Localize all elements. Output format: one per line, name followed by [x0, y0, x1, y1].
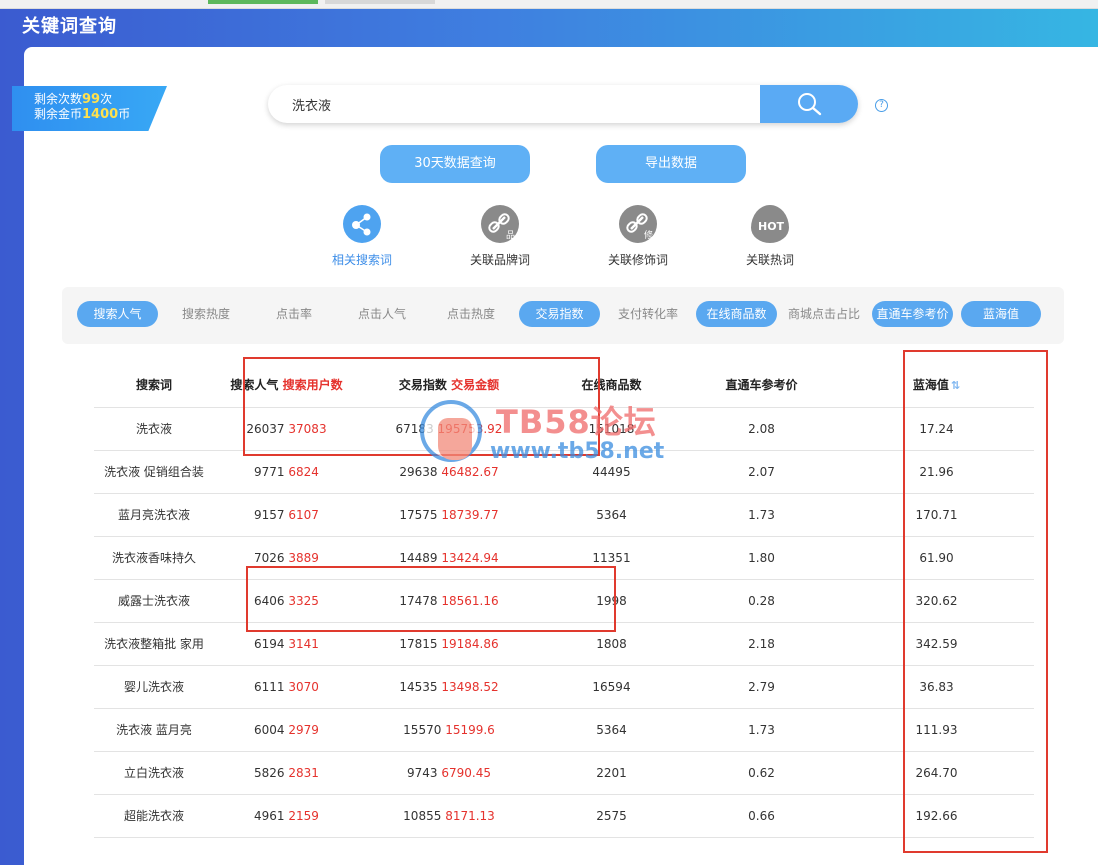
cell-keyword: 洗衣液整箱批 家用 [94, 622, 214, 666]
cell-keyword: 洗衣液 促销组合装 [94, 450, 214, 494]
feature-label: 关联品牌词 [469, 253, 530, 267]
cell-online-items: 5364 [539, 708, 684, 752]
feature-brand-words[interactable]: 品 关联品牌词 [440, 205, 560, 268]
table-row: 蓝月亮洗衣液 9157 6107 17575 18739.77 5364 1.73 170… [94, 493, 1034, 537]
cell-trade: 9743 6790.45 [359, 751, 539, 795]
search-button[interactable] [760, 85, 858, 123]
cell-online-items: 44495 [539, 450, 684, 494]
cell-ztc-price: 2.07 [684, 450, 839, 494]
page-title: 关键词查询 [22, 16, 117, 37]
cell-trade: 15570 15199.6 [359, 708, 539, 752]
cell-popularity: 4961 2159 [214, 794, 359, 838]
link-brand-icon: 品 [481, 205, 519, 243]
cell-ztc-price: 1.73 [684, 708, 839, 752]
cell-online-items: 16594 [539, 665, 684, 709]
cell-online-items: 5364 [539, 493, 684, 537]
filter-online-items[interactable]: 在线商品数 [696, 301, 777, 327]
cell-popularity: 9157 6107 [214, 493, 359, 537]
search-box [268, 85, 858, 123]
cell-ztc-price: 0.28 [684, 579, 839, 623]
export-data-button[interactable]: 导出数据 [596, 145, 746, 183]
svg-text:修: 修 [644, 229, 653, 241]
table-row: 立白洗衣液 5826 2831 9743 6790.45 2201 0.62 264.70 [94, 751, 1034, 795]
filter-trade-index[interactable]: 交易指数 [519, 301, 600, 327]
filter-mall-click-share[interactable]: 商城点击占比 [784, 301, 864, 327]
feature-hot-words[interactable]: HOT 关联热词 [710, 205, 830, 268]
cell-popularity: 9771 6824 [214, 450, 359, 494]
cell-ztc-price: 0.62 [684, 751, 839, 795]
filter-pay-conversion[interactable]: 支付转化率 [608, 301, 688, 327]
highlight-box-blue-ocean [903, 350, 1048, 853]
header-keyword[interactable]: 搜索词 [94, 362, 214, 408]
filter-blue-ocean[interactable]: 蓝海值 [961, 301, 1041, 327]
cell-popularity: 5826 2831 [214, 751, 359, 795]
feature-label: 关联修饰词 [607, 253, 668, 267]
cell-keyword: 洗衣液香味持久 [94, 536, 214, 580]
cell-keyword: 超能洗衣液 [94, 794, 214, 838]
filter-click-heat[interactable]: 点击热度 [431, 301, 511, 327]
cell-trade: 10855 8171.13 [359, 794, 539, 838]
browser-gray-button[interactable] [325, 0, 435, 4]
cell-trade: 14535 13498.52 [359, 665, 539, 709]
cell-keyword: 立白洗衣液 [94, 751, 214, 795]
search-icon [798, 93, 822, 116]
cell-keyword: 威露士洗衣液 [94, 579, 214, 623]
help-icon[interactable]: ? [875, 99, 888, 112]
cell-ztc-price: 0.66 [684, 794, 839, 838]
cell-ztc-price: 2.08 [684, 407, 839, 451]
cell-keyword: 婴儿洗衣液 [94, 665, 214, 709]
svg-text:HOT: HOT [758, 220, 785, 233]
header-ztc-price[interactable]: 直通车参考价 [684, 362, 839, 408]
link-modifier-icon: 修 [619, 205, 657, 243]
cell-popularity: 6004 2979 [214, 708, 359, 752]
feature-label: 关联热词 [745, 253, 794, 267]
filter-search-popularity[interactable]: 搜索人气 [77, 301, 158, 327]
filter-click-rate[interactable]: 点击率 [254, 301, 334, 327]
cell-keyword: 洗衣液 [94, 407, 214, 451]
filter-search-heat[interactable]: 搜索热度 [166, 301, 246, 327]
browser-strip [0, 0, 1098, 9]
cell-online-items: 2575 [539, 794, 684, 838]
remaining-coins: 剩余金币1400币 [34, 107, 131, 122]
filter-ztc-price[interactable]: 直通车参考价 [872, 301, 953, 327]
table-row: 洗衣液 促销组合装 9771 6824 29638 46482.67 44495 2.0… [94, 450, 1034, 494]
cell-popularity: 6111 3070 [214, 665, 359, 709]
cell-ztc-price: 1.80 [684, 536, 839, 580]
browser-green-button[interactable] [208, 0, 318, 4]
svg-text:品: 品 [506, 230, 515, 241]
cell-ztc-price: 2.79 [684, 665, 839, 709]
remaining-queries: 剩余次数99次 [34, 92, 113, 107]
network-icon [343, 205, 381, 243]
feature-related-words[interactable]: 相关搜索词 [302, 205, 422, 268]
cell-ztc-price: 2.18 [684, 622, 839, 666]
search-input[interactable] [268, 85, 760, 123]
table-row: 婴儿洗衣液 6111 3070 14535 13498.52 16594 2.79 36.… [94, 665, 1034, 709]
feature-modifier-words[interactable]: 修 关联修饰词 [578, 205, 698, 268]
hot-icon: HOT [751, 205, 789, 243]
highlight-box-middle [246, 566, 616, 632]
cell-ztc-price: 1.73 [684, 493, 839, 537]
quota-ribbon: 剩余次数99次 剩余金币1400币 [12, 86, 167, 131]
filter-click-popularity[interactable]: 点击人气 [342, 301, 422, 327]
cell-trade: 29638 46482.67 [359, 450, 539, 494]
cell-keyword: 洗衣液 蓝月亮 [94, 708, 214, 752]
table-row: 超能洗衣液 4961 2159 10855 8171.13 2575 0.66 192.6… [94, 794, 1034, 838]
table-row: 洗衣液 蓝月亮 6004 2979 15570 15199.6 5364 1.73 111… [94, 708, 1034, 752]
highlight-box-top [243, 357, 600, 456]
cell-online-items: 2201 [539, 751, 684, 795]
query-30days-button[interactable]: 30天数据查询 [380, 145, 530, 183]
feature-label: 相关搜索词 [331, 253, 392, 267]
cell-keyword: 蓝月亮洗衣液 [94, 493, 214, 537]
cell-trade: 17575 18739.77 [359, 493, 539, 537]
